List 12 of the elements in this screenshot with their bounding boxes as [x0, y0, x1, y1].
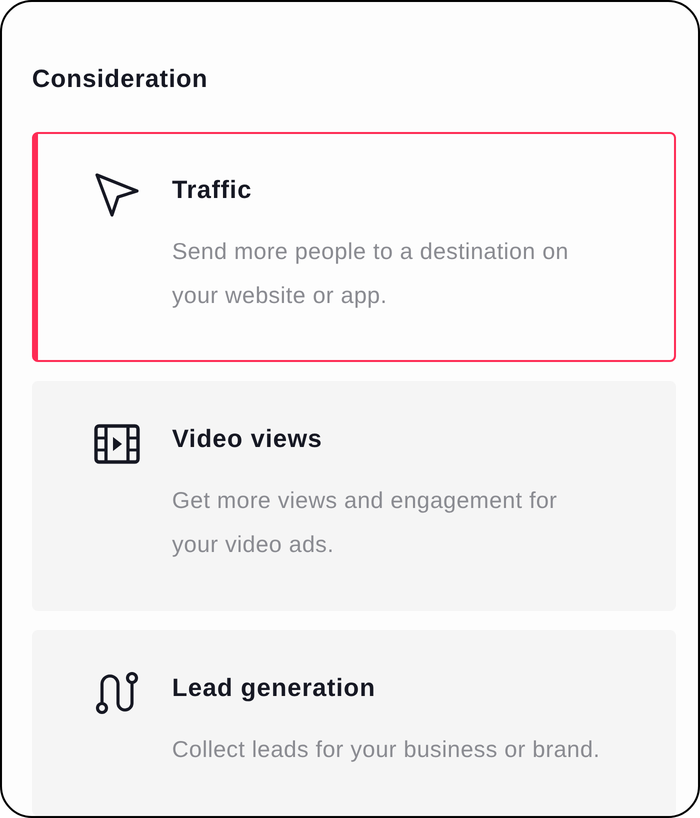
- objective-description: Get more views and engagement for your video ads.: [172, 486, 558, 559]
- objective-card[interactable]: Video views Get more views and engagement for your video ads.: [32, 381, 676, 611]
- objective-card[interactable]: Traffic Send more people to a destination on your website or app.: [32, 132, 676, 362]
- cursor-arrow-icon: [94, 172, 140, 218]
- objective-card[interactable]: Lead generation Collect leads for your business or brand.: [32, 630, 676, 816]
- section-heading: Consideration: [32, 64, 209, 95]
- objective-title: Video views: [172, 424, 324, 455]
- objective-title: Traffic: [172, 175, 253, 206]
- objective-description: Collect leads for your business or brand.: [172, 735, 602, 764]
- objective-description: Send more people to a destination on your website or app.: [172, 237, 570, 310]
- objective-title: Lead generation: [172, 673, 377, 704]
- curved-path-icon: [94, 670, 140, 716]
